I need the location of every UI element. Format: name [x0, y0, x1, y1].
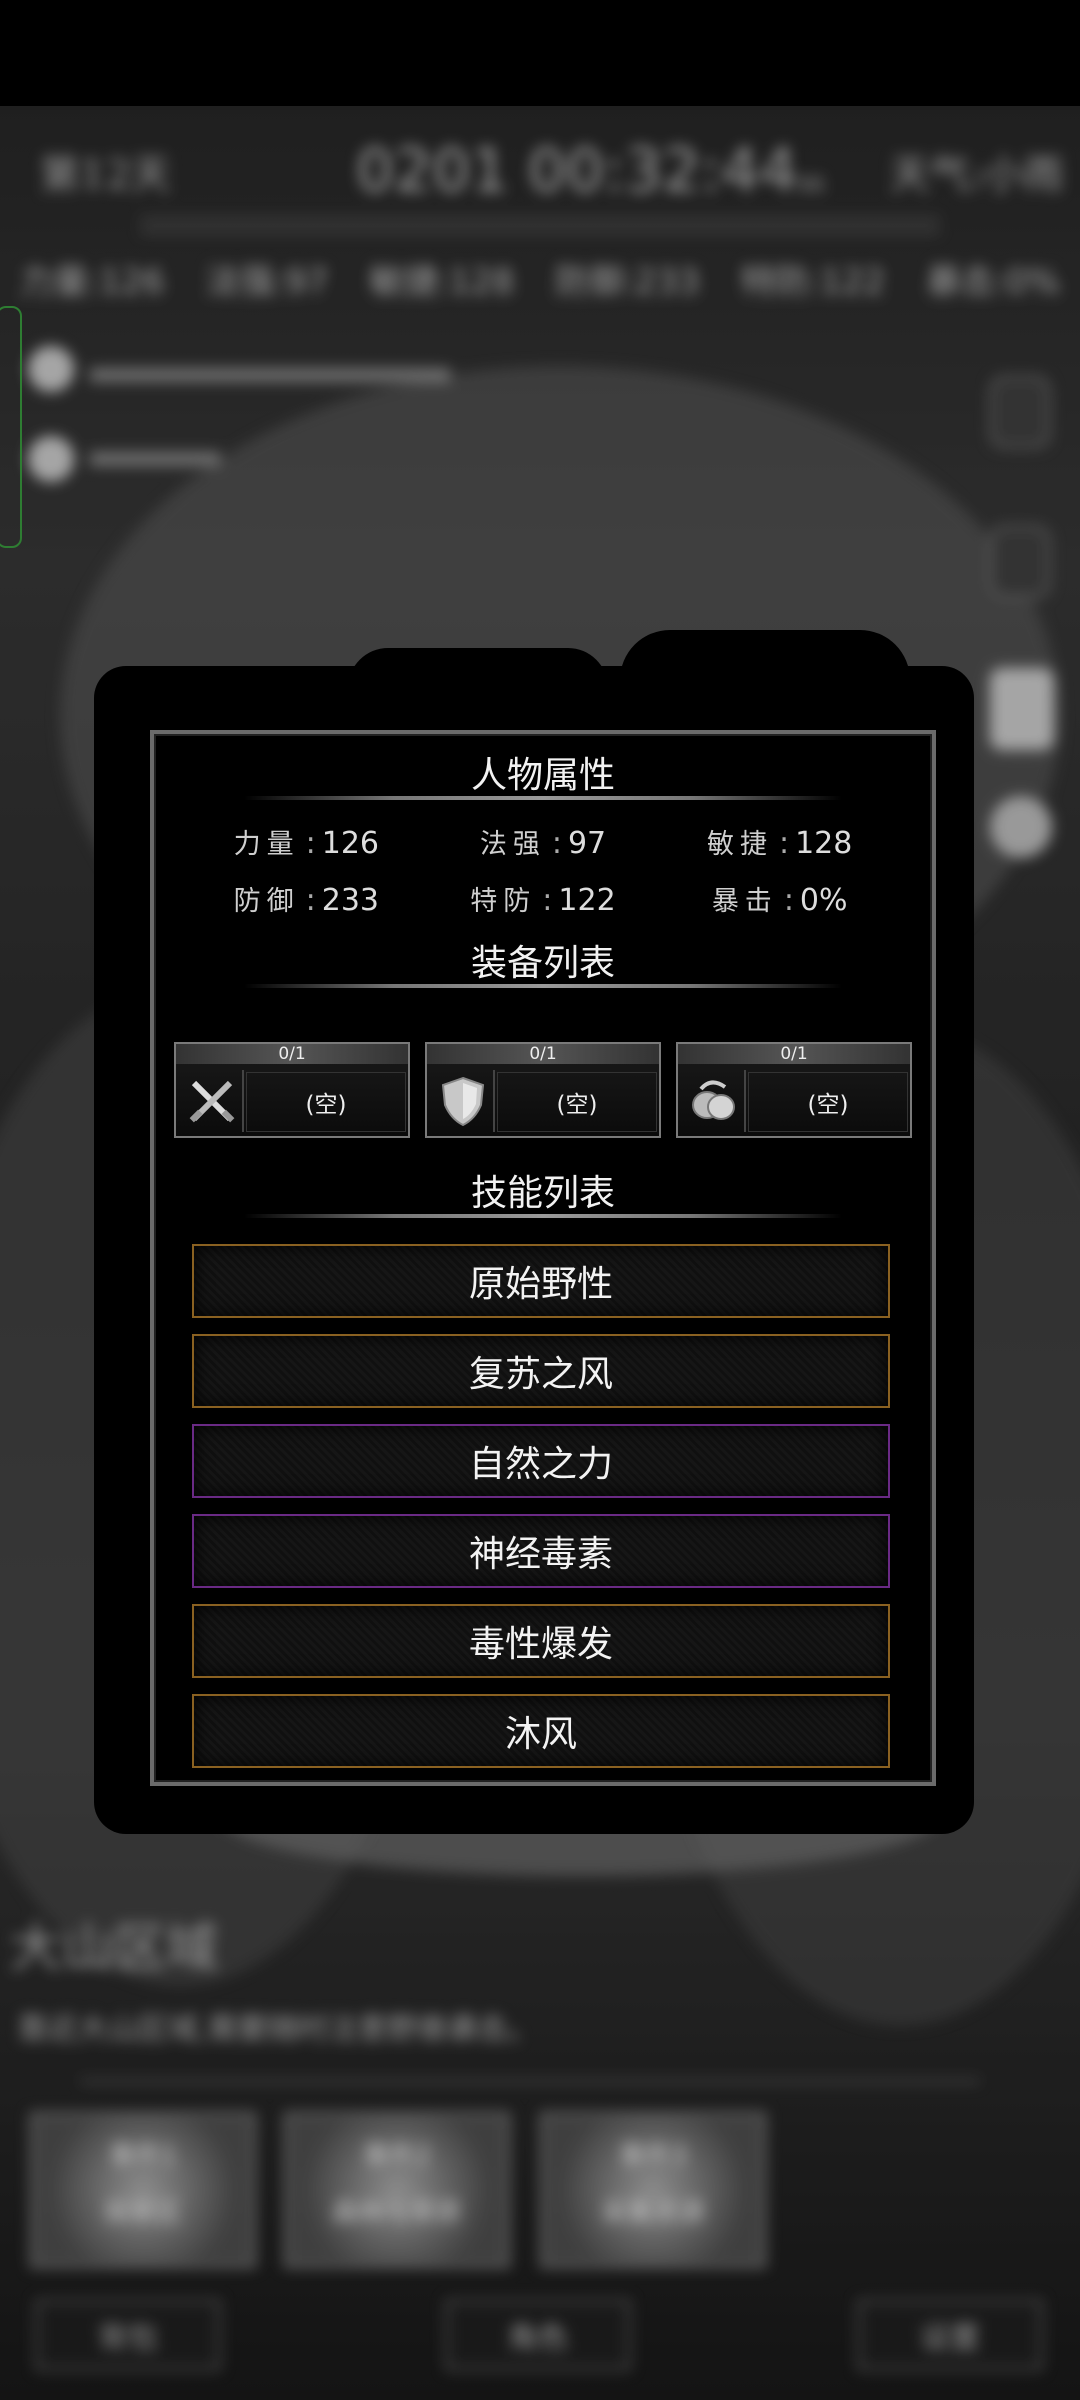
accessory-icon — [684, 1070, 746, 1132]
equipment-slot-weapon[interactable]: 0/1 (空) — [174, 1042, 410, 1138]
skill-item[interactable]: 毒性爆发 — [192, 1604, 890, 1678]
divider — [244, 984, 842, 988]
slot-count: 0/1 — [278, 1044, 306, 1064]
equipment-title: 装备列表 — [470, 943, 615, 984]
slot-label: (空) — [497, 1072, 657, 1132]
stat-defense: 防御:233 — [233, 883, 380, 918]
stat-magic-power: 法强:97 — [479, 826, 607, 861]
divider — [244, 796, 842, 800]
shield-icon — [433, 1070, 495, 1132]
skills-title: 技能列表 — [470, 1173, 615, 1214]
stat-critical: 暴击:0% — [711, 883, 848, 918]
skill-list: 原始野性 复苏之风 自然之力 神经毒素 毒性爆发 沐风 — [192, 1244, 892, 1784]
skill-item[interactable]: 神经毒素 — [192, 1514, 890, 1588]
skill-item[interactable]: 原始野性 — [192, 1244, 890, 1318]
slot-count: 0/1 — [780, 1044, 808, 1064]
skill-item[interactable]: 沐风 — [192, 1694, 890, 1768]
character-panel: 人物属性 力量:126 法强:97 敏捷:128 防御:233 特防:122 暴… — [150, 730, 936, 1786]
slot-count: 0/1 — [529, 1044, 557, 1064]
side-tab-indicator[interactable] — [0, 306, 22, 548]
equipment-slot-accessory[interactable]: 0/1 (空) — [676, 1042, 912, 1138]
stat-strength: 力量:126 — [233, 826, 380, 861]
slot-label: (空) — [246, 1072, 406, 1132]
stat-agility: 敏捷:128 — [706, 826, 853, 861]
stat-special-defense: 特防:122 — [470, 883, 616, 918]
status-bar — [0, 0, 1080, 106]
equipment-slot-armor[interactable]: 0/1 (空) — [425, 1042, 661, 1138]
skill-item[interactable]: 复苏之风 — [192, 1334, 890, 1408]
attribute-grid: 力量:126 法强:97 敏捷:128 防御:233 特防:122 暴击:0% — [188, 822, 898, 918]
crossed-swords-icon — [182, 1070, 244, 1132]
slot-label: (空) — [748, 1072, 908, 1132]
skill-item[interactable]: 自然之力 — [192, 1424, 890, 1498]
equipment-list: 0/1 (空) 0/1 (空) 0/1 (空) — [174, 1042, 912, 1138]
attributes-title: 人物属性 — [470, 755, 615, 796]
divider — [244, 1214, 842, 1218]
